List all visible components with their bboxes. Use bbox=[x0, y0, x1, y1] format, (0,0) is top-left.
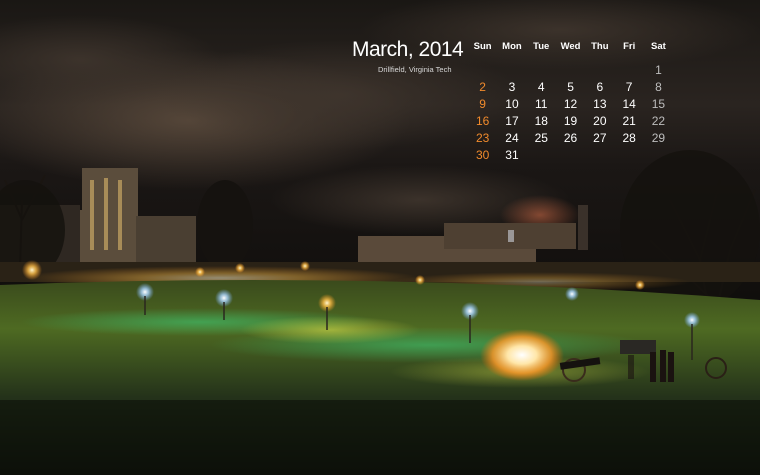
day-cell: 27 bbox=[593, 130, 607, 145]
weekday-header: Sun Mon Tue Wed Thu Fri Sat bbox=[468, 39, 674, 53]
day-cell: 24 bbox=[505, 130, 519, 145]
weekday-fri: Fri bbox=[623, 40, 636, 52]
day-cell: 13 bbox=[593, 96, 607, 111]
day-cell: 23 bbox=[475, 130, 490, 145]
day-cell: 17 bbox=[505, 113, 519, 128]
weekday-mon: Mon bbox=[502, 40, 522, 52]
calendar-grid: Sun Mon Tue Wed Thu Fri Sat 1 2 3 4 5 6 … bbox=[468, 39, 674, 163]
day-cell: 12 bbox=[563, 96, 578, 111]
day-cell: 29 bbox=[651, 130, 666, 145]
week-row: 16 17 18 19 20 21 22 bbox=[468, 112, 674, 129]
weekday-sat: Sat bbox=[651, 40, 666, 52]
day-cell: 5 bbox=[567, 79, 574, 94]
day-cell: 20 bbox=[593, 113, 607, 128]
day-cell: 18 bbox=[534, 113, 548, 128]
day-cell: 3 bbox=[508, 79, 516, 94]
week-row: 23 24 25 26 27 28 29 bbox=[468, 129, 674, 146]
weekday-tue: Tue bbox=[533, 40, 550, 52]
month-title: March, 2014 bbox=[352, 38, 464, 61]
day-cell: 25 bbox=[534, 130, 548, 145]
weekday-wed: Wed bbox=[560, 40, 581, 52]
day-cell: 15 bbox=[651, 96, 666, 111]
week-row: 30 31 bbox=[468, 146, 674, 163]
day-cell: 10 bbox=[505, 96, 519, 111]
week-row: 2 3 4 5 6 7 8 bbox=[468, 78, 674, 95]
day-cell: 2 bbox=[479, 79, 486, 94]
day-cell: 19 bbox=[563, 113, 578, 128]
day-cell: 7 bbox=[625, 79, 633, 94]
day-cell: 16 bbox=[475, 113, 490, 128]
weekday-sun: Sun bbox=[473, 40, 492, 52]
day-cell: 1 bbox=[655, 62, 662, 77]
day-cell: 6 bbox=[596, 79, 604, 94]
day-cell: 22 bbox=[651, 113, 666, 128]
day-cell: 30 bbox=[475, 147, 490, 162]
weekday-thu: Thu bbox=[591, 40, 609, 52]
day-cell: 26 bbox=[563, 130, 578, 145]
day-cell: 4 bbox=[537, 79, 545, 94]
week-row: 9 10 11 12 13 14 15 bbox=[468, 95, 674, 112]
day-cell: 11 bbox=[535, 96, 548, 111]
day-cell: 31 bbox=[505, 147, 519, 162]
day-cell: 8 bbox=[655, 79, 662, 94]
photo-location-caption: Drillfield, Virginia Tech bbox=[378, 65, 452, 74]
day-cell: 9 bbox=[479, 96, 486, 111]
day-cell: 14 bbox=[622, 96, 636, 111]
week-row: 1 bbox=[468, 61, 674, 78]
day-cell: 28 bbox=[622, 130, 636, 145]
day-cell: 21 bbox=[622, 113, 636, 128]
